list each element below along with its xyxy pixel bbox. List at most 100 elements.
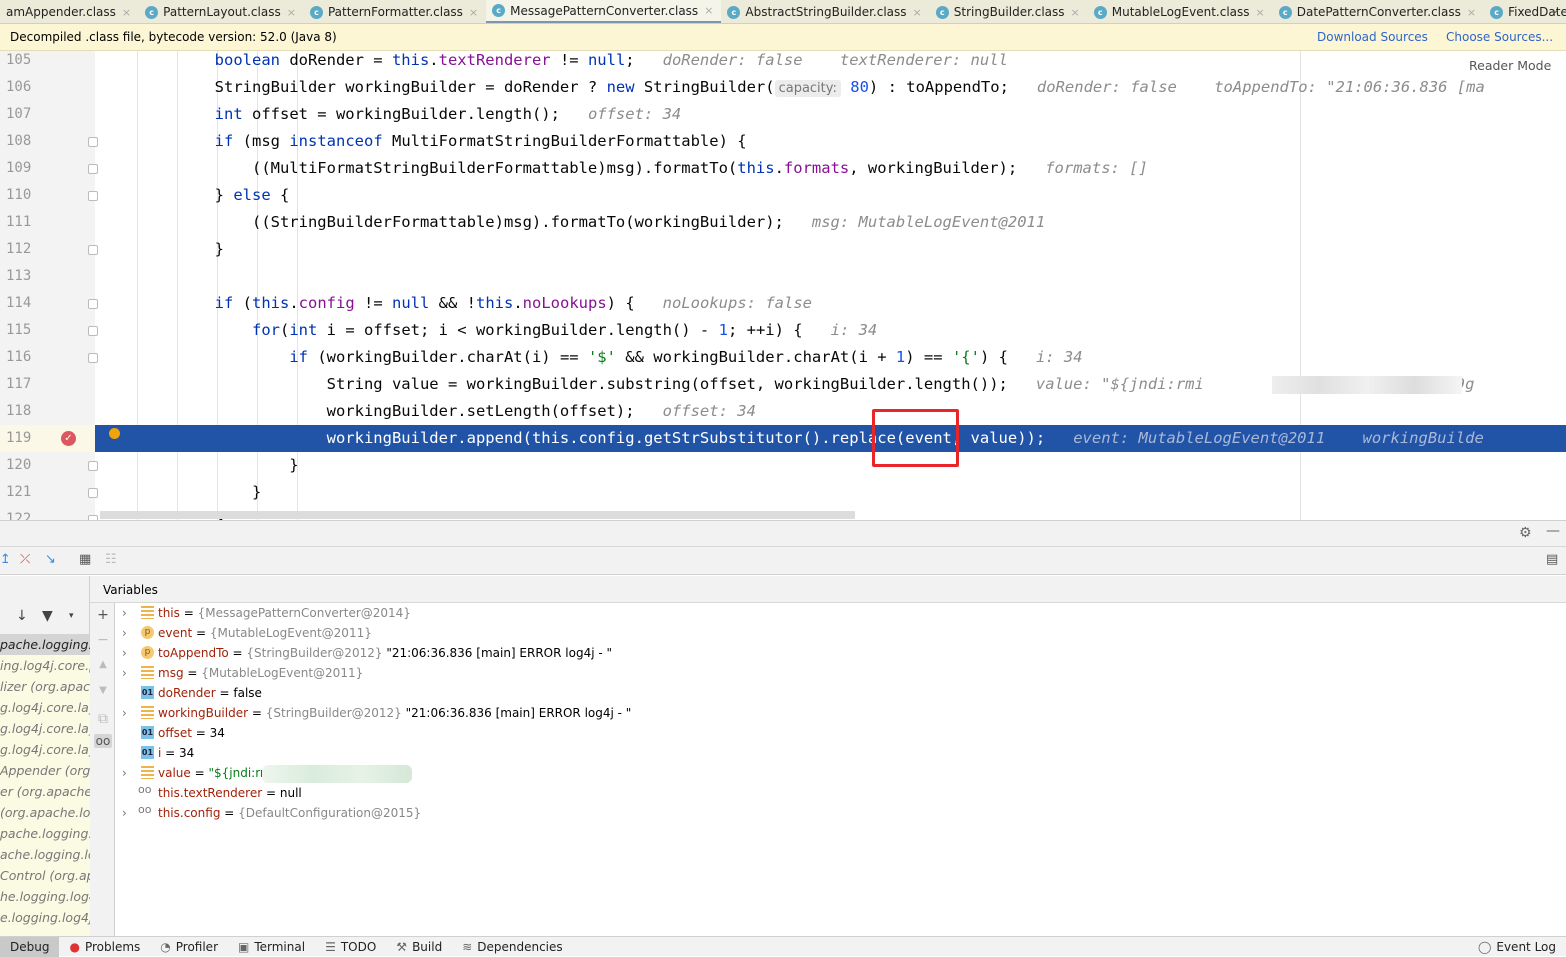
step-out-icon[interactable]: ↥ (0, 552, 11, 567)
filter-icon[interactable]: ▼ (42, 608, 53, 624)
line-number[interactable]: 111 (6, 209, 31, 236)
close-icon[interactable]: × (1071, 6, 1080, 19)
watch-icon: oo (138, 783, 152, 796)
tool-tab-dependencies[interactable]: ≋ Dependencies (452, 937, 572, 957)
frame-item[interactable]: g.log4j.core.layo (0, 697, 90, 718)
line-number[interactable]: 115 (6, 317, 31, 344)
close-icon[interactable]: × (704, 4, 713, 17)
editor-gutter[interactable]: 105 106 107 108 109 110 111 112 113 114 115 116 117 1… (0, 51, 98, 527)
tool-tab-debug[interactable]: Debug (0, 936, 60, 957)
show-watches-icon[interactable]: oo (94, 734, 112, 748)
move-down-icon[interactable]: ▼ (94, 685, 112, 696)
code-token: { (270, 186, 290, 204)
gear-icon[interactable]: ⚙ (1519, 525, 1532, 541)
copy-icon[interactable]: ⧉ (94, 711, 112, 727)
frame-item[interactable]: er (org.apache. (0, 781, 90, 802)
tool-tab-problems[interactable]: ● Problems (59, 937, 150, 957)
frame-item[interactable]: he.logging.log4j (0, 886, 90, 907)
class-file-icon: c (1093, 5, 1107, 19)
frames-list[interactable]: pache.logging.loing.log4j.core.plizer (o… (0, 634, 90, 936)
line-number[interactable]: 108 (6, 128, 31, 155)
code-line: if (workingBuilder.charAt(i) == '$' && w… (140, 344, 1082, 371)
line-number[interactable]: 110 (6, 182, 31, 209)
minimize-icon[interactable]: — (1546, 523, 1560, 539)
tab-messagepatternconverter-class[interactable]: c MessagePatternConverter.class × (486, 0, 722, 23)
tool-tab-terminal[interactable]: ▣ Terminal (228, 937, 315, 957)
choose-sources-link[interactable]: Choose Sources... (1446, 30, 1553, 44)
frame-item[interactable]: (org.apache.log (0, 802, 90, 823)
line-number[interactable]: 121 (6, 479, 31, 506)
frame-item[interactable]: Appender (org (0, 760, 90, 781)
close-icon[interactable]: × (287, 6, 296, 19)
layout-icon[interactable]: ▤ (1546, 552, 1558, 567)
tool-tab-label: Terminal (254, 939, 306, 954)
frame-item[interactable]: ache.logging.lo (0, 844, 90, 865)
remove-watch-icon[interactable]: − (94, 632, 112, 648)
chevron-right-icon[interactable]: › (122, 603, 127, 623)
close-icon[interactable]: × (1256, 6, 1265, 19)
line-number[interactable]: 116 (6, 344, 31, 371)
tool-tab-profiler[interactable]: ◔ Profiler (150, 937, 228, 957)
code-token: . (289, 294, 299, 312)
close-icon[interactable]: × (122, 6, 131, 19)
line-number[interactable]: 105 (6, 47, 31, 74)
tab-stringbuilder-class[interactable]: c StringBuilder.class × (930, 0, 1088, 23)
chevron-right-icon[interactable]: › (122, 623, 127, 643)
close-icon[interactable]: × (1467, 6, 1476, 19)
dropdown-icon[interactable]: ▾ (69, 611, 74, 621)
equals-sign: = (262, 786, 280, 800)
tab-datepatternconverter-class[interactable]: c DatePatternConverter.class × (1273, 0, 1484, 23)
drop-frame-icon[interactable]: ⤫ (20, 552, 30, 567)
line-number[interactable]: 109 (6, 155, 31, 182)
chevron-right-icon[interactable]: › (122, 803, 127, 823)
run-to-cursor-icon[interactable]: ↘ (45, 552, 56, 567)
intention-bulb-icon[interactable] (109, 428, 120, 439)
frame-item[interactable]: pache.logging.lo (0, 634, 90, 655)
code-editor[interactable]: boolean doRender = this.textRenderer != … (95, 51, 1566, 520)
tabs-overflow-icon[interactable]: ⌄ (1550, 2, 1560, 16)
tab-amappender-class[interactable]: amAppender.class × (0, 0, 139, 23)
line-number[interactable]: 118 (6, 398, 31, 425)
dependencies-icon: ≋ (462, 939, 473, 954)
frame-item[interactable]: pache.logging.l (0, 823, 90, 844)
line-number[interactable]: 120 (6, 452, 31, 479)
tool-tab-todo[interactable]: ☰ TODO (315, 937, 386, 957)
line-number[interactable]: 113 (6, 263, 31, 290)
variable-name: toAppendTo = {StringBuilder@2012} "21:06… (158, 643, 612, 663)
tool-tab-build[interactable]: ⚒ Build (386, 937, 452, 957)
tab-mutablelogevent-class[interactable]: c MutableLogEvent.class × (1088, 0, 1273, 23)
breakpoint-icon[interactable]: ✓ (61, 431, 76, 446)
frame-item[interactable]: g.log4j.core.layo (0, 739, 90, 760)
evaluate-expression-icon[interactable]: ▦ (79, 552, 91, 567)
arrow-down-icon[interactable]: ↓ (16, 608, 28, 624)
line-number[interactable]: 106 (6, 74, 31, 101)
tab-patternlayout-class[interactable]: c PatternLayout.class × (139, 0, 304, 23)
move-up-icon[interactable]: ▲ (94, 659, 112, 670)
event-log-button[interactable]: ◯ Event Log (1468, 937, 1566, 957)
download-sources-link[interactable]: Download Sources (1317, 30, 1428, 44)
line-number[interactable]: 114 (6, 290, 31, 317)
horizontal-scrollbar[interactable] (100, 511, 855, 519)
trace-icon[interactable]: ☷ (105, 552, 117, 567)
add-watch-icon[interactable]: + (94, 607, 112, 623)
line-number[interactable]: 117 (6, 371, 31, 398)
frame-item[interactable]: ing.log4j.core.p (0, 655, 90, 676)
chevron-right-icon[interactable]: › (122, 663, 127, 683)
line-number[interactable]: 119 (6, 425, 31, 452)
close-icon[interactable]: × (913, 6, 922, 19)
close-icon[interactable]: × (469, 6, 478, 19)
chevron-right-icon[interactable]: › (122, 763, 127, 783)
chevron-right-icon[interactable]: › (122, 643, 127, 663)
line-number[interactable]: 107 (6, 101, 31, 128)
tab-patternformatter-class[interactable]: c PatternFormatter.class × (304, 0, 486, 23)
frame-item[interactable]: lizer (org.apach (0, 676, 90, 697)
frame-item[interactable]: Control (org.ap (0, 865, 90, 886)
tab-abstractstringbuilder-class[interactable]: c AbstractStringBuilder.class × (721, 0, 929, 23)
line-number[interactable]: 112 (6, 236, 31, 263)
frame-item[interactable]: g.log4j.core.lay (0, 718, 90, 739)
chevron-right-icon[interactable]: › (122, 703, 127, 723)
code-token: workingBuilder.setLength(offset); (140, 402, 663, 420)
code-token: (msg (233, 132, 290, 150)
frame-item[interactable]: e.logging.log4j. (0, 907, 90, 928)
reader-mode-button[interactable]: Reader Mode (1469, 58, 1551, 73)
